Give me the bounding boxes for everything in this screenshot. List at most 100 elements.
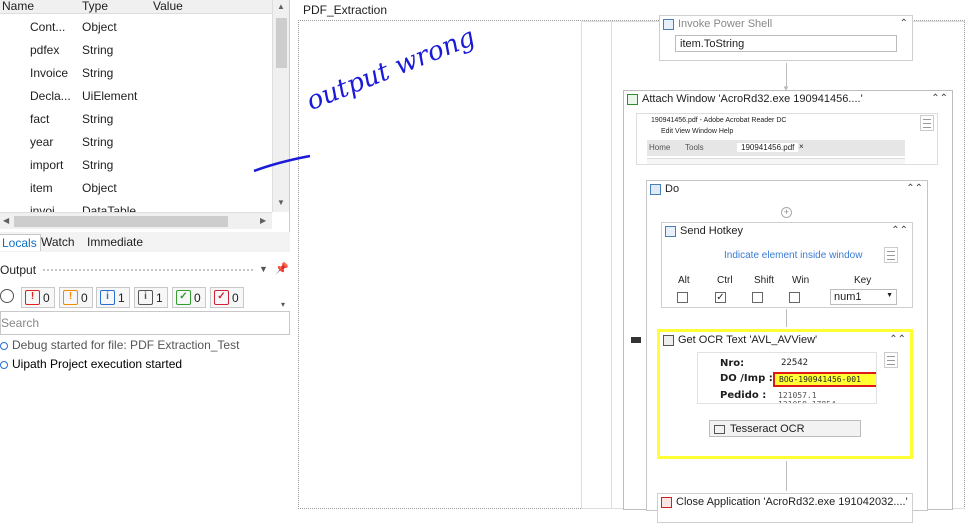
table-row[interactable]: pdfexStringnull bbox=[0, 39, 272, 62]
log-text: Uipath Project execution started bbox=[12, 357, 183, 371]
add-activity-icon[interactable]: + bbox=[781, 207, 792, 218]
table-row[interactable]: InvoiceStringnull bbox=[0, 62, 272, 85]
indicate-element-link[interactable]: Indicate element inside window bbox=[724, 250, 862, 261]
list-item[interactable]: Debug started for file: PDF Extraction_T… bbox=[0, 338, 239, 352]
trace-icon: i bbox=[138, 290, 153, 305]
filter-count: 0 bbox=[194, 291, 201, 305]
attach-window-activity[interactable]: Attach Window 'AcroRd32.exe 190941456...… bbox=[623, 90, 953, 523]
scroll-left-icon[interactable]: ◀ bbox=[3, 216, 9, 225]
output-search-input[interactable]: Search bbox=[0, 311, 290, 335]
do-title: Do bbox=[665, 183, 680, 195]
win-label: Win bbox=[792, 275, 810, 286]
success-filter-button[interactable]: ✓ 0 bbox=[172, 287, 206, 308]
preview-tab-tools: Tools bbox=[685, 143, 704, 152]
filter-count: 0 bbox=[81, 291, 88, 305]
error-filter-button[interactable]: ! 0 bbox=[21, 287, 55, 308]
ctrl-checkbox[interactable]: ✓ bbox=[715, 292, 726, 303]
send-hotkey-activity[interactable]: Send Hotkey ⌃⌃ Indicate element inside w… bbox=[661, 222, 913, 308]
table-row[interactable]: Cont...ObjectUiElement { Cli... bbox=[0, 16, 272, 39]
table-row[interactable]: Decla...UiElementnull bbox=[0, 85, 272, 108]
workflow-designer: PDF_Extraction Invoke Power Shell ⌃ item… bbox=[296, 0, 965, 523]
invoke-field-value: item.ToString bbox=[680, 38, 745, 50]
do-sequence[interactable]: Do ⌃⌃ + Send Hotkey ⌃⌃ Indicate element … bbox=[631, 180, 928, 523]
header-name[interactable]: Name bbox=[2, 0, 34, 13]
breakpoint-icon[interactable] bbox=[631, 337, 641, 343]
scroll-down-icon[interactable]: ▼ bbox=[277, 198, 285, 207]
designer-canvas[interactable]: Invoke Power Shell ⌃ item.ToString ▼ Att… bbox=[298, 15, 965, 523]
close-application-activity[interactable]: Close Application 'AcroRd32.exe 19104203… bbox=[657, 493, 913, 523]
search-placeholder: Search bbox=[1, 316, 40, 330]
invoke-power-shell-activity[interactable]: Invoke Power Shell ⌃ item.ToString bbox=[659, 15, 913, 61]
get-ocr-text-activity[interactable]: Get OCR Text 'AVL_AVView' ⌃⌃ Nro: 22542 … bbox=[657, 329, 913, 459]
key-select-value: num1 bbox=[834, 291, 862, 303]
warning-filter-button[interactable]: ! 0 bbox=[59, 287, 93, 308]
pin-icon[interactable]: 📌 bbox=[275, 262, 289, 275]
shift-checkbox[interactable] bbox=[752, 292, 763, 303]
header-type[interactable]: Type bbox=[82, 0, 108, 13]
row-type: Object bbox=[82, 20, 117, 34]
locals-vertical-scrollbar[interactable]: ▲ ▼ bbox=[272, 0, 289, 212]
row-name: Cont... bbox=[30, 20, 66, 34]
dropdown-icon[interactable]: ▼ bbox=[259, 264, 268, 274]
table-row[interactable]: itemObject"D:\\Users\\inb... bbox=[0, 177, 272, 200]
info-filter-button[interactable]: i1 bbox=[96, 287, 130, 308]
collapse-icon[interactable]: ⌃⌃ bbox=[891, 225, 908, 236]
tab-immediate[interactable]: Immediate bbox=[84, 234, 146, 251]
locals-header: Name Type Value bbox=[0, 0, 272, 14]
row-name: item bbox=[30, 181, 53, 195]
table-row[interactable]: importString"meanings-.001" bbox=[0, 154, 272, 177]
properties-menu-icon[interactable] bbox=[920, 115, 934, 131]
table-row[interactable]: yearStringnull bbox=[0, 131, 272, 154]
sequence-icon bbox=[650, 184, 661, 195]
tab-watch[interactable]: Watch bbox=[38, 234, 78, 251]
invoke-title: Invoke Power Shell bbox=[678, 18, 773, 30]
ocr-engine-label: Tesseract OCR bbox=[730, 423, 805, 435]
tab-locals[interactable]: Locals bbox=[0, 234, 41, 251]
error-icon: ! bbox=[25, 290, 40, 305]
row-name: fact bbox=[30, 112, 50, 126]
win-checkbox[interactable] bbox=[789, 292, 800, 303]
clock-icon[interactable] bbox=[0, 289, 14, 303]
collapse-icon[interactable]: ⌃⌃ bbox=[889, 334, 906, 345]
collapse-icon[interactable]: ⌃⌃ bbox=[931, 93, 948, 104]
properties-menu-icon[interactable] bbox=[884, 247, 898, 263]
hscroll-thumb[interactable] bbox=[14, 216, 228, 227]
scroll-up-icon[interactable]: ▲ bbox=[277, 2, 285, 11]
ocr-engine-icon bbox=[714, 424, 725, 434]
key-select[interactable]: num1 ▼ bbox=[830, 289, 897, 305]
alt-checkbox[interactable] bbox=[677, 292, 688, 303]
ocr-engine-box[interactable]: Tesseract OCR bbox=[709, 420, 861, 437]
scroll-right-icon[interactable]: ▶ bbox=[260, 216, 266, 225]
filter-count: 1 bbox=[118, 291, 125, 305]
header-value[interactable]: Value bbox=[153, 0, 183, 13]
overflow-icon[interactable]: ▾ bbox=[281, 300, 285, 309]
locals-horizontal-scrollbar[interactable]: ◀ ▶ bbox=[0, 212, 272, 229]
designer-tab-title[interactable]: PDF_Extraction bbox=[303, 3, 387, 17]
row-type: Object bbox=[82, 181, 117, 195]
invoke-input-field[interactable]: item.ToString bbox=[675, 35, 897, 52]
properties-menu-icon[interactable] bbox=[884, 352, 898, 368]
failed-filter-button[interactable]: ✓ 0 bbox=[210, 287, 244, 308]
collapse-icon[interactable]: ⌃ bbox=[900, 18, 908, 29]
list-item[interactable]: Uipath Project execution started bbox=[0, 357, 182, 371]
ocr-title: Get OCR Text 'AVL_AVView' bbox=[678, 334, 818, 346]
row-type: String bbox=[82, 66, 114, 80]
key-label: Key bbox=[854, 275, 872, 286]
trace-filter-button[interactable]: i1 bbox=[134, 287, 168, 308]
window-preview: 190941456.pdf - Adobe Acrobat Reader DC … bbox=[636, 113, 938, 165]
collapse-icon[interactable]: ⌃⌃ bbox=[906, 183, 923, 194]
row-type: UiElement bbox=[82, 89, 138, 103]
locals-panel: Name Type Value Cont...ObjectUiElement {… bbox=[0, 0, 290, 232]
preview-tabbar: Home Tools 190941456.pdf × bbox=[647, 140, 905, 156]
drag-handle[interactable] bbox=[42, 268, 254, 272]
table-row[interactable]: factStringnull bbox=[0, 108, 272, 131]
ocr-screenshot: Nro: 22542 DO /Imp : BOG-190941456-001 P… bbox=[697, 352, 877, 404]
chevron-down-icon: ▼ bbox=[886, 292, 893, 299]
doimp-label: DO /Imp : bbox=[720, 373, 773, 384]
row-type: String bbox=[82, 43, 114, 57]
info-icon: i bbox=[100, 290, 115, 305]
row-name: year bbox=[30, 135, 54, 149]
doimp-value: BOG-190941456-001 bbox=[773, 372, 876, 387]
scroll-thumb[interactable] bbox=[276, 18, 287, 68]
row-type: String bbox=[82, 112, 114, 126]
